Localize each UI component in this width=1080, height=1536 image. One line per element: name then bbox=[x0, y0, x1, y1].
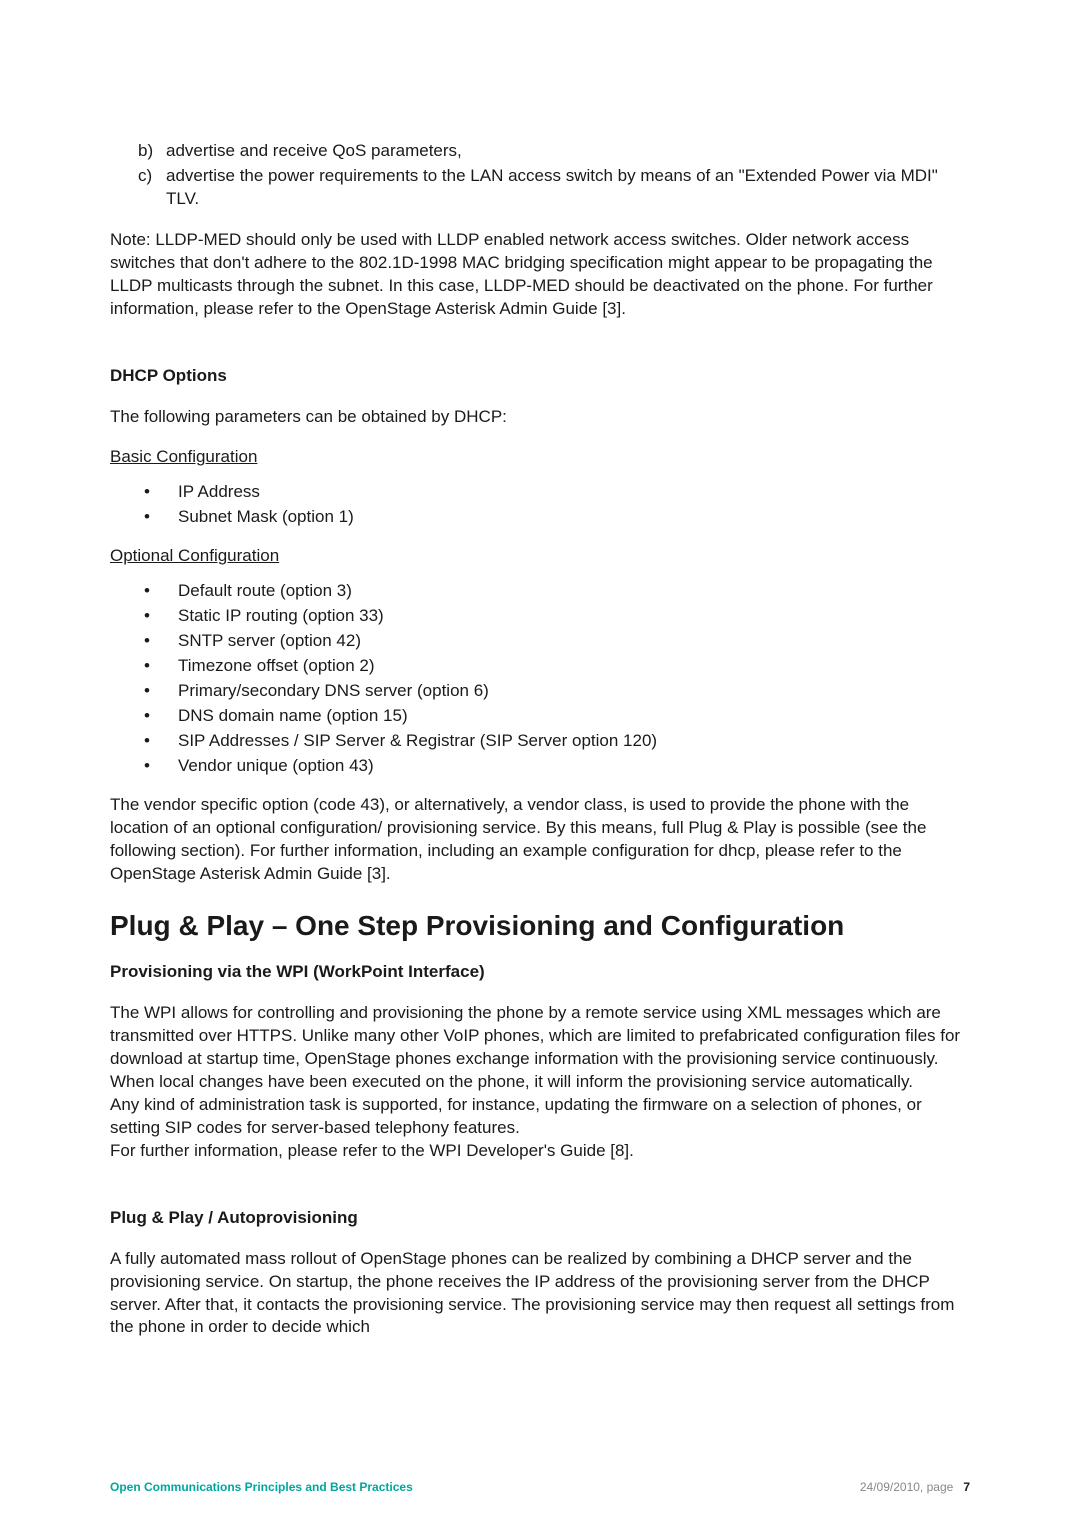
list-item-text: DNS domain name (option 15) bbox=[178, 706, 408, 725]
list-item-c-text: advertise the power requirements to the … bbox=[166, 166, 938, 208]
page-footer: Open Communications Principles and Best … bbox=[110, 1479, 970, 1495]
list-item-text: Primary/secondary DNS server (option 6) bbox=[178, 681, 489, 700]
list-item-text: SNTP server (option 42) bbox=[178, 631, 361, 650]
list-item-b-text: advertise and receive QoS parameters, bbox=[166, 141, 462, 160]
footer-pageinfo: 24/09/2010, page 7 bbox=[860, 1479, 970, 1495]
basic-config-list: IP Address Subnet Mask (option 1) bbox=[144, 481, 970, 529]
list-item: Static IP routing (option 33) bbox=[144, 605, 970, 628]
autoprov-heading: Plug & Play / Autoprovisioning bbox=[110, 1207, 970, 1230]
wpi-heading: Provisioning via the WPI (WorkPoint Inte… bbox=[110, 961, 970, 984]
list-item-text: Vendor unique (option 43) bbox=[178, 756, 374, 775]
plug-play-title: Plug & Play – One Step Provisioning and … bbox=[110, 907, 970, 945]
optional-config-list: Default route (option 3) Static IP routi… bbox=[144, 580, 970, 778]
wpi-body: The WPI allows for controlling and provi… bbox=[110, 1002, 970, 1163]
list-item: Timezone offset (option 2) bbox=[144, 655, 970, 678]
list-item: Primary/secondary DNS server (option 6) bbox=[144, 680, 970, 703]
list-item-text: Subnet Mask (option 1) bbox=[178, 507, 354, 526]
list-item: DNS domain name (option 15) bbox=[144, 705, 970, 728]
list-item-text: Timezone offset (option 2) bbox=[178, 656, 375, 675]
footer-page-number: 7 bbox=[963, 1480, 970, 1494]
footer-title: Open Communications Principles and Best … bbox=[110, 1479, 413, 1495]
list-item: Subnet Mask (option 1) bbox=[144, 506, 970, 529]
list-item-text: Static IP routing (option 33) bbox=[178, 606, 384, 625]
note-paragraph: Note: LLDP-MED should only be used with … bbox=[110, 229, 970, 321]
optional-config-label: Optional Configuration bbox=[110, 545, 970, 568]
list-item-text: SIP Addresses / SIP Server & Registrar (… bbox=[178, 731, 657, 750]
list-item: SIP Addresses / SIP Server & Registrar (… bbox=[144, 730, 970, 753]
dhcp-heading: DHCP Options bbox=[110, 365, 970, 388]
list-item: SNTP server (option 42) bbox=[144, 630, 970, 653]
list-item: Vendor unique (option 43) bbox=[144, 755, 970, 778]
list-item-text: IP Address bbox=[178, 482, 260, 501]
list-item-b: advertise and receive QoS parameters, bbox=[138, 140, 970, 163]
list-item: IP Address bbox=[144, 481, 970, 504]
dhcp-intro: The following parameters can be obtained… bbox=[110, 406, 970, 429]
list-item: Default route (option 3) bbox=[144, 580, 970, 603]
lettered-list: advertise and receive QoS parameters, ad… bbox=[138, 140, 970, 211]
footer-date: 24/09/2010, page bbox=[860, 1480, 953, 1494]
basic-config-label: Basic Configuration bbox=[110, 446, 970, 469]
list-item-text: Default route (option 3) bbox=[178, 581, 352, 600]
list-item-c: advertise the power requirements to the … bbox=[138, 165, 970, 211]
autoprov-body: A fully automated mass rollout of OpenSt… bbox=[110, 1248, 970, 1340]
dhcp-outro: The vendor specific option (code 43), or… bbox=[110, 794, 970, 886]
